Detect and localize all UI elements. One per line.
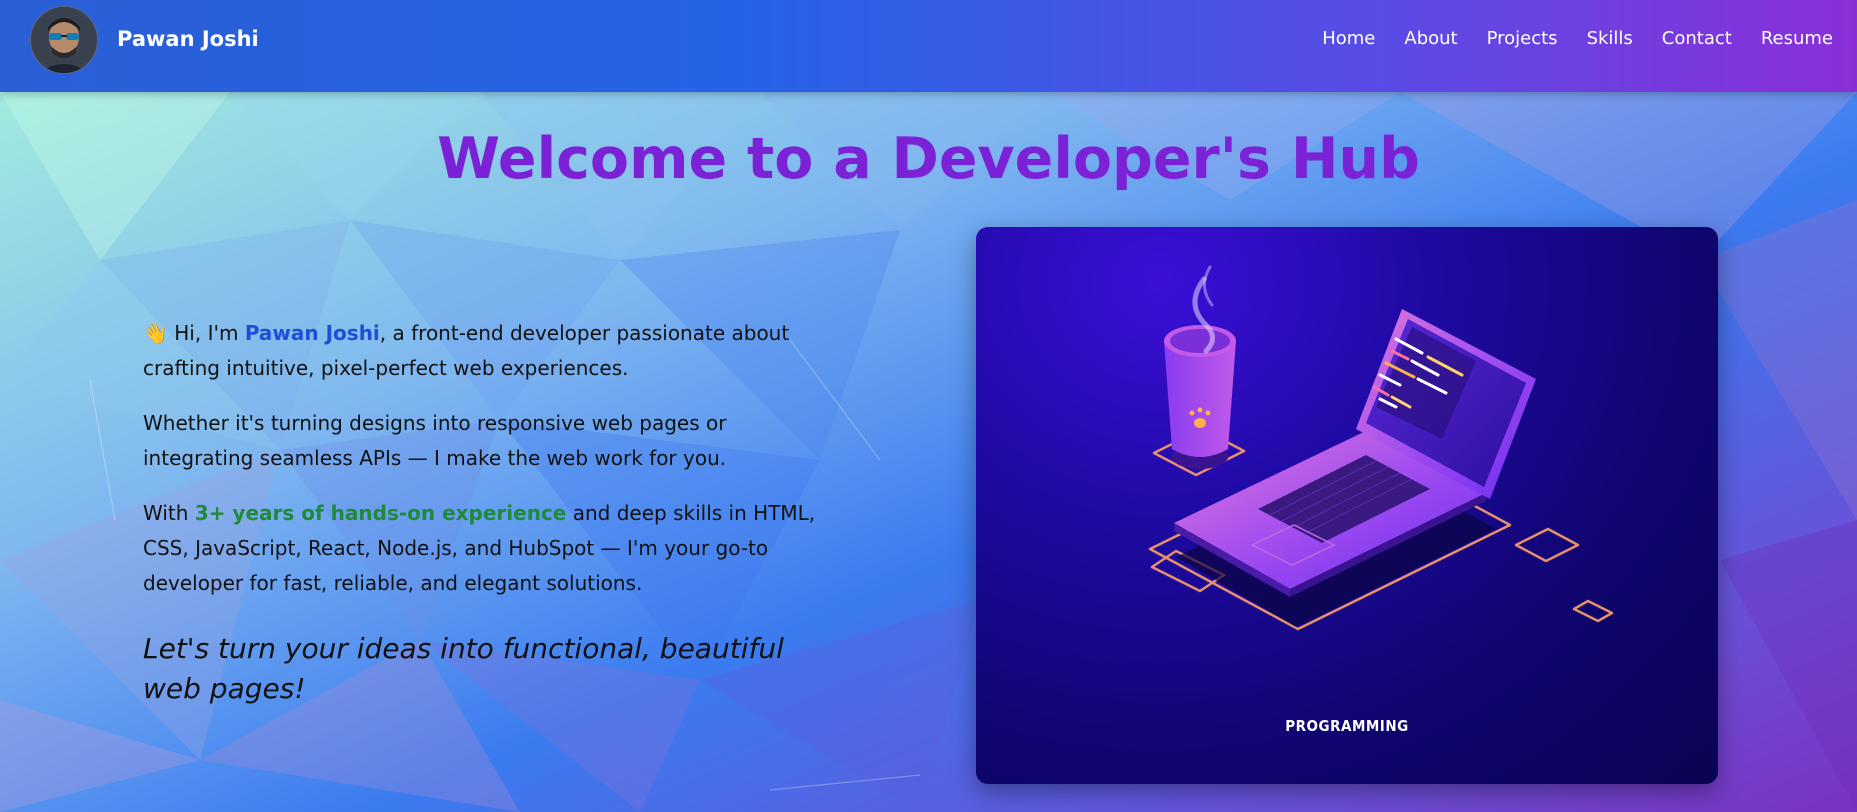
experience-highlight: 3+ years of hands-on experience: [194, 501, 567, 525]
intro-section: 👋 Hi, I'm Pawan Joshi, a front-end devel…: [143, 316, 843, 709]
profile-photo-icon: [31, 7, 97, 73]
main-nav: Home About Projects Skills Contact Resum…: [1293, 28, 1833, 49]
avatar[interactable]: [30, 6, 98, 74]
intro-text-pre: Hi, I'm: [167, 321, 245, 345]
intro-name-highlight: Pawan Joshi: [244, 321, 380, 345]
hero-title: Welcome to a Developer's Hub: [437, 126, 1420, 192]
nav-skills-link[interactable]: Skills: [1587, 28, 1633, 49]
intro-paragraph: 👋 Hi, I'm Pawan Joshi, a front-end devel…: [143, 316, 843, 386]
nav-home-link[interactable]: Home: [1322, 28, 1375, 49]
paragraph-apis: Whether it's turning designs into respon…: [143, 411, 727, 470]
wave-emoji-icon: 👋: [143, 321, 168, 345]
nav-projects-link[interactable]: Projects: [1487, 28, 1558, 49]
nav-contact-link[interactable]: Contact: [1662, 28, 1732, 49]
nav-about-link[interactable]: About: [1404, 28, 1457, 49]
laptop-coffee-illustration-icon: [1148, 265, 1614, 631]
top-navbar: Pawan Joshi Home About Projects Skills C…: [0, 0, 1857, 92]
nav-resume-link[interactable]: Resume: [1761, 28, 1833, 49]
brand-name[interactable]: Pawan Joshi: [117, 27, 259, 51]
programming-illustration-card: PROGRAMMING: [976, 227, 1718, 784]
tagline: Let's turn your ideas into functional, b…: [143, 632, 784, 705]
programming-label: PROGRAMMING: [1285, 717, 1409, 735]
paragraph-experience: With 3+ years of hands-on experience and…: [143, 496, 843, 601]
experience-text-pre: With: [143, 501, 195, 525]
